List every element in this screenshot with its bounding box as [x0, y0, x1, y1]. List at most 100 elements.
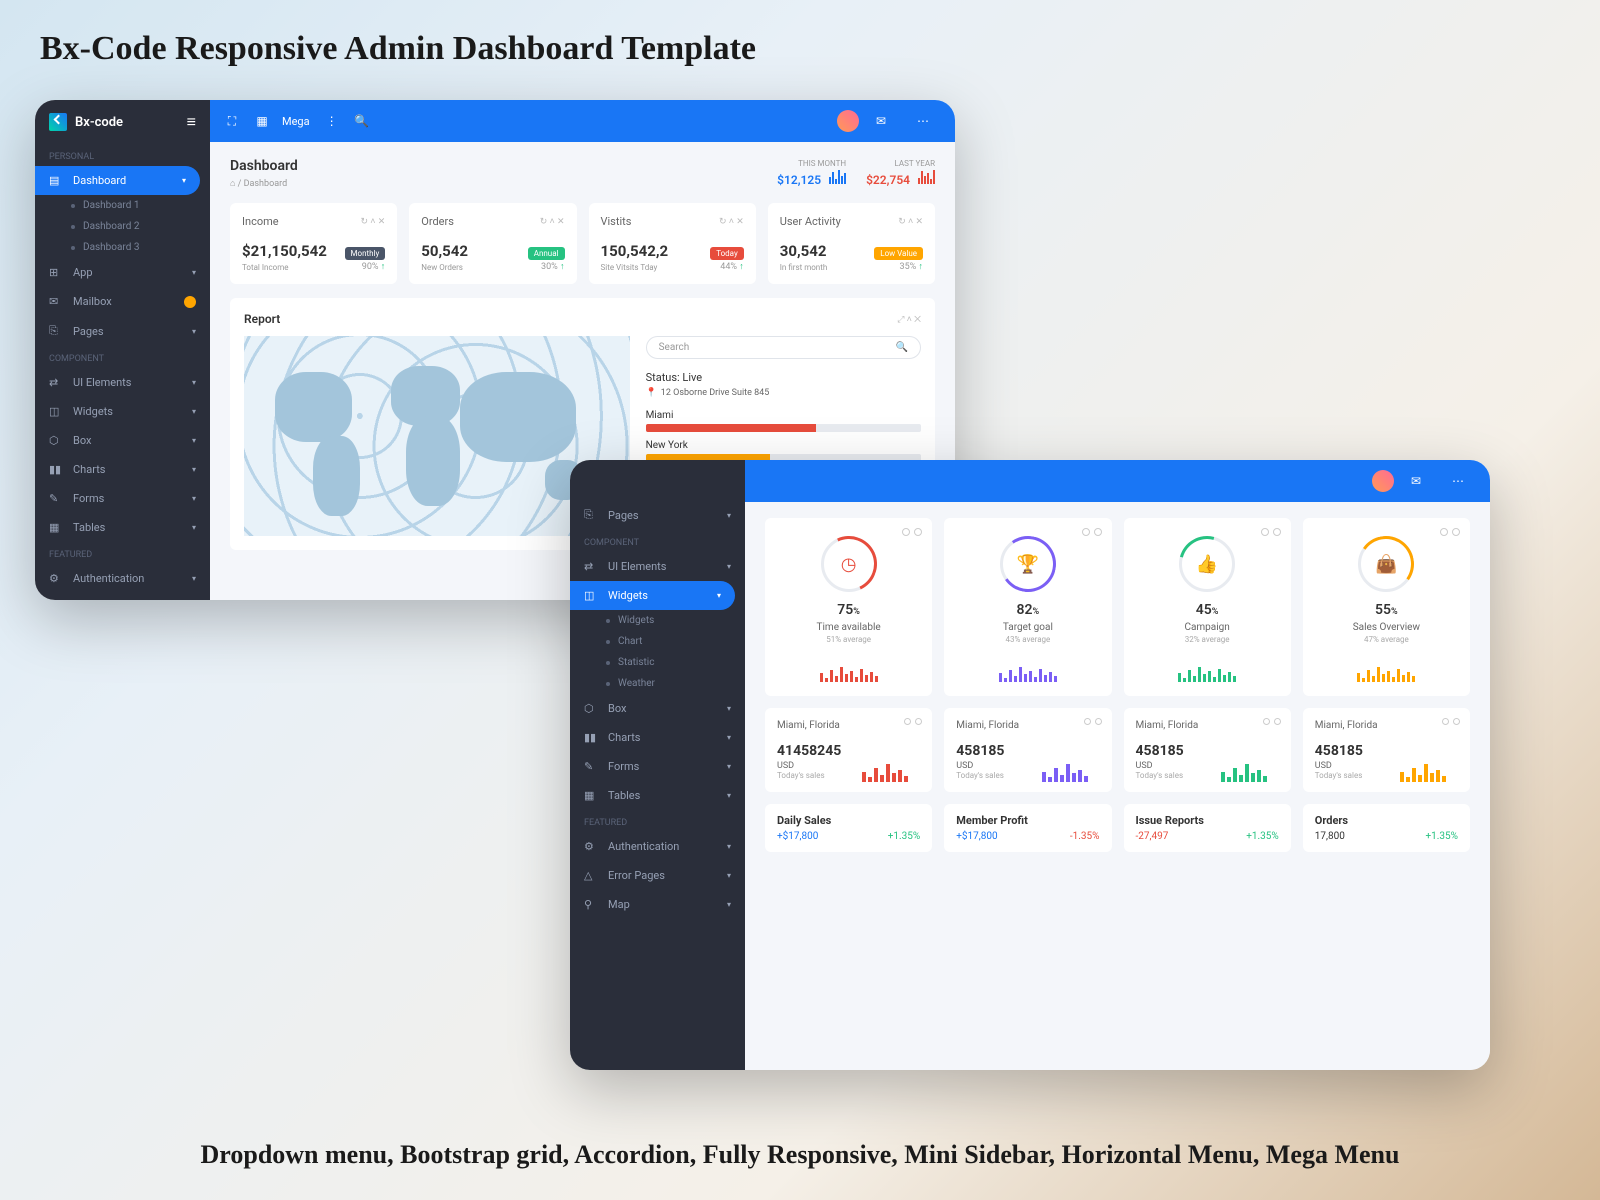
card-dots[interactable]	[1442, 718, 1460, 725]
card-percent: 35% ↑	[900, 261, 923, 272]
avatar[interactable]	[837, 110, 859, 132]
forms-icon: ✎	[49, 492, 63, 505]
progress-ring: 🏆	[1000, 536, 1056, 592]
card-dots[interactable]	[1082, 528, 1102, 536]
avatar[interactable]	[1372, 470, 1394, 492]
sidebar-item-widgets-2[interactable]: ◫Widgets▾	[570, 581, 735, 610]
stat-card: Orders↻ ˄ ✕ 50,542 New Orders Annual 30%…	[409, 203, 576, 284]
card-badge: Annual	[528, 247, 565, 260]
summary-card: Daily Sales +$17,800+1.35%	[765, 804, 932, 852]
sidebar-sub-statistic[interactable]: Statistic	[570, 652, 745, 673]
card-badge: Low Value	[874, 247, 923, 260]
sidebar-item-mailbox[interactable]: ✉Mailbox	[35, 287, 210, 316]
sidebar-item-forms[interactable]: ✎Forms▾	[35, 484, 210, 513]
sidebar-item-charts-2[interactable]: ▮▮Charts▾	[570, 723, 745, 752]
sidebar-sub-chart[interactable]: Chart	[570, 631, 745, 652]
widgets-icon: ◫	[49, 405, 63, 418]
card-controls[interactable]: ↻ ˄ ✕	[540, 216, 565, 227]
sidebar-item-box-2[interactable]: ⬡Box▾	[570, 694, 745, 723]
card-controls[interactable]: ↻ ˄ ✕	[360, 216, 385, 227]
forms-icon: ✎	[584, 760, 598, 773]
card-dots[interactable]	[902, 528, 922, 536]
ring-label: Sales Overview	[1317, 622, 1456, 633]
stat-last-year: LAST YEAR $22,754	[866, 159, 935, 188]
mega-menu-button[interactable]: Mega	[282, 115, 310, 128]
sidebar-item-map-2[interactable]: ⚲Map▾	[570, 890, 745, 919]
stat-card: Vistits↻ ˄ ✕ 150,542,2 Site Vitsits Tday…	[589, 203, 756, 284]
pages-icon: ⎘	[584, 508, 598, 522]
more-icon[interactable]: ⋮	[322, 111, 342, 131]
card-dots[interactable]	[904, 718, 922, 725]
card-title: Orders	[421, 215, 454, 228]
ring-card: ◷ 75% Time available 51% average	[765, 518, 932, 696]
sidebar-item-dashboard[interactable]: ▤Dashboard▾	[35, 166, 200, 195]
sparkline	[1138, 652, 1277, 682]
card-dots[interactable]	[1440, 528, 1460, 536]
topbar: ⛶ ▦ Mega ⋮ 🔍 ✉ ⋯	[210, 100, 955, 142]
mail-icon-top[interactable]: ✉	[1406, 471, 1426, 491]
search-icon[interactable]: 🔍	[352, 111, 372, 131]
sidebar-sub-dash1[interactable]: Dashboard 1	[35, 195, 210, 216]
grid-icon[interactable]: ▦	[252, 111, 272, 131]
overflow-icon[interactable]: ⋯	[913, 111, 933, 131]
card-dots[interactable]	[1261, 528, 1281, 536]
sidebar-item-charts[interactable]: ▮▮Charts▾	[35, 455, 210, 484]
card-dots[interactable]	[1263, 718, 1281, 725]
card-dots[interactable]	[1084, 718, 1102, 725]
ring-percent: 55%	[1317, 602, 1456, 618]
stat-this-month: THIS MONTH $12,125	[777, 159, 846, 188]
menu-toggle-icon[interactable]: ≡	[187, 112, 196, 132]
card-controls[interactable]: ↻ ˄ ✕	[898, 216, 923, 227]
location-card: Miami, Florida 41458245 USD Today's sale…	[765, 708, 932, 792]
ring-percent: 75%	[779, 602, 918, 618]
sparkline	[1221, 748, 1281, 782]
ring-percent: 45%	[1138, 602, 1277, 618]
sidebar-item-auth-2[interactable]: ⚙Authentication▾	[570, 832, 745, 861]
summary-title: Daily Sales	[777, 814, 920, 827]
fullscreen-icon[interactable]: ⛶	[222, 111, 242, 131]
sparkline	[1317, 652, 1456, 682]
logo-icon	[49, 113, 67, 131]
sidebar-item-auth[interactable]: ⚙Authentication▾	[35, 564, 210, 593]
pin-icon: 📍	[646, 388, 657, 398]
summary-value: 17,800	[1315, 831, 1345, 842]
charts-icon: ▮▮	[49, 463, 63, 476]
sidebar-item-widgets[interactable]: ◫Widgets▾	[35, 397, 210, 426]
card-percent: 30% ↑	[541, 261, 564, 272]
mail-icon-top[interactable]: ✉	[871, 111, 891, 131]
summary-card: Orders 17,800+1.35%	[1303, 804, 1470, 852]
card-controls[interactable]: ↻ ˄ ✕	[719, 216, 744, 227]
ring-card: 👍 45% Campaign 32% average	[1124, 518, 1291, 696]
sidebar-item-box[interactable]: ⬡Box▾	[35, 426, 210, 455]
report-controls[interactable]: ⤢ ˄ ✕	[897, 314, 921, 325]
sidebar-sub-widgets[interactable]: Widgets	[570, 610, 745, 631]
summary-card: Issue Reports -27,497+1.35%	[1124, 804, 1291, 852]
sidebar-item-tables[interactable]: ▦Tables▾	[35, 513, 210, 542]
sidebar-item-pages[interactable]: ⎘Pages▾	[35, 316, 210, 346]
charts-icon: ▮▮	[584, 731, 598, 744]
card-badge: Today	[710, 247, 744, 260]
report-search-input[interactable]: Search🔍	[646, 336, 921, 359]
tables-icon: ▦	[584, 789, 598, 802]
sidebar-sub-dash2[interactable]: Dashboard 2	[35, 216, 210, 237]
sidebar-sub-dash3[interactable]: Dashboard 3	[35, 237, 210, 258]
sidebar-item-forms-2[interactable]: ✎Forms▾	[570, 752, 745, 781]
sidebar: Bx-code ≡ PERSONAL ▤Dashboard▾ Dashboard…	[35, 100, 210, 600]
card-title: Income	[242, 215, 279, 228]
sidebar-item-pages-2[interactable]: ⎘Pages▾	[570, 500, 745, 530]
sidebar-item-errors-2[interactable]: △Error Pages▾	[570, 861, 745, 890]
overflow-icon[interactable]: ⋯	[1448, 471, 1468, 491]
sidebar-item-tables-2[interactable]: ▦Tables▾	[570, 781, 745, 810]
sidebar-item-ui[interactable]: ⇄UI Elements▾	[35, 368, 210, 397]
sidebar-item-app[interactable]: ⊞App▾	[35, 258, 210, 287]
ring-avg: 51% average	[779, 635, 918, 644]
sidebar-item-ui-2[interactable]: ⇄UI Elements▾	[570, 552, 745, 581]
city-label: New York	[646, 440, 921, 451]
sidebar-item-errors[interactable]: △Error Pages▾	[35, 593, 210, 600]
sidebar-sub-weather[interactable]: Weather	[570, 673, 745, 694]
sparkline	[779, 652, 918, 682]
location-card: Miami, Florida 458185 USD Today's sales	[1124, 708, 1291, 792]
city-label: Miami	[646, 410, 921, 421]
ring-label: Target goal	[958, 622, 1097, 633]
page-heading: Dashboard	[230, 158, 298, 174]
